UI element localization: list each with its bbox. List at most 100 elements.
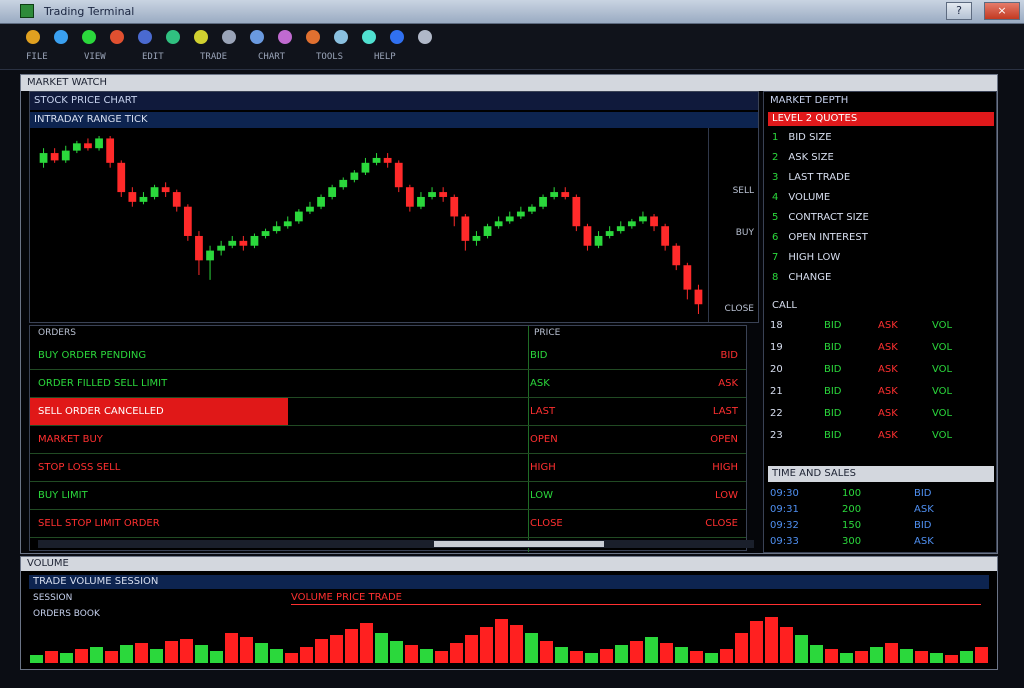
order-row[interactable]: ORDER FILLED SELL LIMIT ASK ASK	[30, 370, 746, 398]
scrollbar-thumb[interactable]	[434, 541, 604, 547]
toolbar-menu-2[interactable]: EDIT	[142, 52, 164, 62]
time-sales-cell: BID	[914, 488, 932, 499]
settings-icon[interactable]	[222, 30, 236, 44]
order-mid: BID	[530, 350, 548, 361]
volume-panel: VOLUME TRADE VOLUME SESSION VOLUME PRICE…	[20, 556, 998, 670]
sync-icon[interactable]	[362, 30, 376, 44]
order-row[interactable]: SELL ORDER CANCELLED LAST LAST	[30, 398, 746, 426]
chart-icon[interactable]	[82, 30, 96, 44]
candle-body-41	[494, 221, 503, 227]
order-label: SELL ORDER CANCELLED	[38, 406, 164, 417]
depth-line-text: VOLUME	[788, 192, 831, 203]
call-grid-row[interactable]: 19 BID ASK VOL	[770, 342, 994, 353]
order-right: OPEN	[710, 434, 738, 445]
toolbar-menu-1[interactable]: VIEW	[84, 52, 106, 62]
volume-bars	[30, 617, 988, 663]
candle-body-30	[372, 157, 381, 163]
order-row[interactable]: SELL STOP LIMIT ORDER CLOSE CLOSE	[30, 510, 746, 538]
order-right: CLOSE	[705, 518, 738, 529]
call-grid-cell: ASK	[878, 342, 898, 353]
order-row[interactable]: BUY LIMIT LOW LOW	[30, 482, 746, 510]
level2-bar[interactable]: LEVEL 2 QUOTES	[768, 112, 994, 126]
volume-bar-15	[255, 643, 268, 663]
time-sales-cell: ASK	[914, 536, 934, 547]
volume-bar-42	[660, 643, 673, 663]
time-sales-cell: 100	[842, 488, 862, 499]
candle-body-55	[650, 216, 658, 227]
user-icon[interactable]	[278, 30, 292, 44]
toolbar-menu-6[interactable]: HELP	[374, 52, 396, 62]
candlestick-chart[interactable]	[32, 128, 708, 322]
time-sales-cell: 09:32	[770, 520, 799, 531]
call-grid-cell: ASK	[878, 408, 898, 419]
volume-bar-43	[675, 647, 688, 663]
order-row[interactable]: MARKET BUY OPEN OPEN	[30, 426, 746, 454]
candle-body-19	[250, 235, 259, 246]
time-sales-row[interactable]: 09:31 200 ASK	[770, 504, 994, 515]
call-grid-cell: BID	[824, 408, 842, 419]
volume-header: TRADE VOLUME SESSION	[29, 575, 989, 589]
time-sales-row[interactable]: 09:30 100 BID	[770, 488, 994, 499]
depth-line-num: 1	[772, 132, 779, 143]
call-grid-cell: ASK	[878, 430, 898, 441]
depth-line-num: 3	[772, 172, 779, 183]
order-mid: ASK	[530, 378, 550, 389]
candle-body-4	[84, 143, 92, 149]
order-row[interactable]: STOP LOSS SELL HIGH HIGH	[30, 454, 746, 482]
order-label: ORDER FILLED SELL LIMIT	[38, 378, 168, 389]
print-icon[interactable]	[306, 30, 320, 44]
call-grid-row[interactable]: 20 BID ASK VOL	[770, 364, 994, 375]
call-grid-row[interactable]: 21 BID ASK VOL	[770, 386, 994, 397]
call-grid-row[interactable]: 22 BID ASK VOL	[770, 408, 994, 419]
volume-bar-28	[450, 643, 463, 663]
globe-icon[interactable]	[54, 30, 68, 44]
toolbar-menu-5[interactable]: TOOLS	[316, 52, 343, 62]
candle-body-48	[572, 196, 581, 227]
call-grid-row[interactable]: 18 BID ASK VOL	[770, 320, 994, 331]
candle-body-16	[217, 245, 226, 251]
help-button[interactable]: ?	[946, 2, 972, 20]
call-grid-cell: VOL	[932, 342, 953, 353]
call-grid-row[interactable]: 23 BID ASK VOL	[770, 430, 994, 441]
horizontal-scrollbar[interactable]	[38, 540, 754, 548]
order-label: SELL STOP LIMIT ORDER	[38, 518, 160, 529]
volume-bar-3	[75, 649, 88, 663]
cloud-icon[interactable]	[250, 30, 264, 44]
close-button[interactable]: ×	[984, 2, 1020, 20]
volume-bar-12	[210, 651, 223, 663]
window-icon[interactable]	[418, 30, 432, 44]
depth-line-num: 4	[772, 192, 779, 203]
candle-body-33	[405, 187, 414, 207]
web-icon[interactable]	[390, 30, 404, 44]
toolbar-menu-4[interactable]: CHART	[258, 52, 285, 62]
volume-bar-19	[315, 639, 328, 663]
volume-bar-2	[60, 653, 73, 663]
price-chart-panel[interactable]: STOCK PRICE CHART INTRADAY RANGE TICK SE…	[29, 91, 759, 323]
book-icon[interactable]	[138, 30, 152, 44]
alert-icon[interactable]	[194, 30, 208, 44]
order-row[interactable]: BUY ORDER PENDING BID BID	[30, 342, 746, 370]
depth-line: 6 OPEN INTEREST	[772, 232, 868, 243]
toolbar-menu-0[interactable]: FILE	[26, 52, 48, 62]
tool-icon[interactable]	[334, 30, 348, 44]
volume-bar-54	[840, 653, 853, 663]
candle-body-32	[394, 162, 403, 188]
candle-body-28	[350, 172, 359, 180]
time-sales-row[interactable]: 09:32 150 BID	[770, 520, 994, 531]
orders-column-header: ORDERS	[38, 328, 76, 338]
candle-body-21	[272, 226, 281, 232]
candle-body-9	[139, 196, 148, 202]
call-grid-cell: 22	[770, 408, 783, 419]
call-grid-cell: VOL	[932, 408, 953, 419]
time-sales-row[interactable]: 09:33 300 ASK	[770, 536, 994, 547]
volume-bar-5	[105, 651, 118, 663]
news-icon[interactable]	[110, 30, 124, 44]
toolbar-menu-3[interactable]: TRADE	[200, 52, 227, 62]
depth-line-num: 5	[772, 212, 779, 223]
refresh-icon[interactable]	[26, 30, 40, 44]
volume-bar-35	[555, 647, 568, 663]
call-grid-cell: 20	[770, 364, 783, 375]
order-label: STOP LOSS SELL	[38, 462, 121, 473]
depth-line-text: CHANGE	[788, 272, 832, 283]
quote-icon[interactable]	[166, 30, 180, 44]
